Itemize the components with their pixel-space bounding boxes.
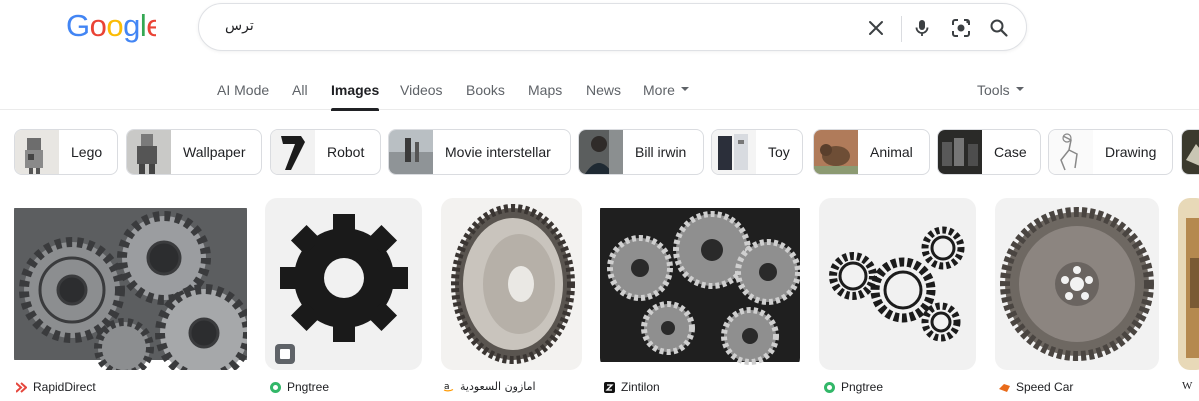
result-source[interactable]: Pngtree [824, 380, 883, 394]
chip-thumbnail-image [1182, 130, 1199, 174]
chip-thumbnail-image [712, 130, 756, 174]
result-source[interactable]: RapidDirect [16, 380, 96, 394]
result-source-name: RapidDirect [33, 380, 96, 394]
pngtree-logo-icon [824, 381, 835, 393]
clear-search-button[interactable] [862, 14, 890, 42]
search-divider [901, 16, 902, 42]
chip-thumbnail-image [814, 130, 858, 174]
chip-thumbnail-image [389, 130, 433, 174]
chip-movie-interstellar[interactable]: Movie interstellar [388, 129, 571, 175]
speedcar-logo-icon [999, 383, 1010, 392]
search-query-text: ترس [225, 18, 254, 34]
search-icon [990, 19, 1008, 37]
result-source-name: W [1182, 380, 1193, 392]
tab-more-label: More [643, 82, 675, 98]
chip-case[interactable]: Case [937, 129, 1041, 175]
result-image [819, 198, 976, 370]
chip-more-partial[interactable] [1181, 129, 1199, 175]
tab-news[interactable]: News [586, 82, 621, 98]
result-source-name: Pngtree [841, 380, 884, 394]
tools-label: Tools [977, 82, 1010, 98]
chip-label: Drawing [1105, 144, 1157, 160]
search-button[interactable] [985, 14, 1013, 42]
chip-robot[interactable]: Robot [270, 129, 381, 175]
search-tabs-nav: AI Mode All Images Videos Books Maps New… [0, 74, 1199, 111]
chip-label: Bill irwin [635, 144, 687, 160]
tab-maps[interactable]: Maps [528, 82, 562, 98]
google-logo[interactable]: Google [66, 9, 156, 43]
search-box[interactable]: ترس [198, 3, 1027, 51]
result-source[interactable]: a امازون السعودية [443, 380, 536, 393]
chevron-down-icon [1015, 87, 1024, 92]
result-source[interactable]: Pngtree [270, 380, 329, 394]
close-icon [869, 21, 883, 35]
microphone-icon [915, 20, 929, 36]
tab-more[interactable]: More [643, 82, 689, 98]
amazon-logo-icon: a [443, 381, 454, 392]
result-source-name: Speed Car [1016, 380, 1074, 394]
lens-search-button[interactable] [947, 14, 975, 42]
tab-videos[interactable]: Videos [400, 82, 443, 98]
chip-thumbnail-image [271, 130, 315, 174]
zintilon-logo-icon [604, 381, 615, 393]
chip-label: Lego [71, 144, 103, 160]
chip-toy[interactable]: Toy [711, 129, 803, 175]
chevron-down-icon [680, 87, 689, 92]
chip-bill-irwin[interactable]: Bill irwin [578, 129, 704, 175]
pngtree-logo-icon [270, 381, 281, 393]
result-source-name: Pngtree [287, 380, 330, 394]
search-input[interactable]: ترس [225, 17, 265, 39]
chip-lego[interactable]: Lego [14, 129, 118, 175]
result-source[interactable]: W [1182, 380, 1192, 392]
tab-all[interactable]: All [292, 82, 308, 98]
chip-thumbnail-image [579, 130, 623, 174]
voice-search-button[interactable] [908, 14, 936, 42]
chip-wallpaper[interactable]: Wallpaper [126, 129, 262, 175]
result-source[interactable]: Speed Car [999, 380, 1073, 394]
tab-books[interactable]: Books [466, 82, 505, 98]
result-image [441, 198, 582, 370]
result-image [1178, 198, 1199, 370]
result-source-name: امازون السعودية [460, 380, 536, 393]
chip-label: Robot [327, 144, 365, 160]
result-source[interactable]: Zintilon [604, 380, 660, 394]
tools-button[interactable]: Tools [977, 82, 1024, 98]
chip-drawing[interactable]: Drawing [1048, 129, 1173, 175]
camera-lens-icon [952, 19, 970, 37]
chip-label: Animal [870, 144, 913, 160]
chip-label: Wallpaper [183, 144, 246, 160]
chip-thumbnail-image [127, 130, 171, 174]
rapiddirect-logo-icon [16, 381, 27, 393]
result-image [265, 198, 422, 370]
result-image [600, 198, 800, 370]
chip-label: Case [994, 144, 1027, 160]
chip-label: Movie interstellar [445, 144, 551, 160]
chip-thumbnail-image [1049, 130, 1093, 174]
svg-text:Google: Google [66, 9, 156, 43]
tab-ai-mode[interactable]: AI Mode [217, 82, 269, 98]
result-image [995, 198, 1159, 370]
result-source-name: Zintilon [621, 380, 660, 394]
result-image [14, 198, 247, 370]
chip-thumbnail-image [938, 130, 982, 174]
chip-label: Toy [768, 144, 790, 160]
chip-thumbnail-image [15, 130, 59, 174]
tab-images[interactable]: Images [331, 82, 380, 111]
chip-animal[interactable]: Animal [813, 129, 930, 175]
